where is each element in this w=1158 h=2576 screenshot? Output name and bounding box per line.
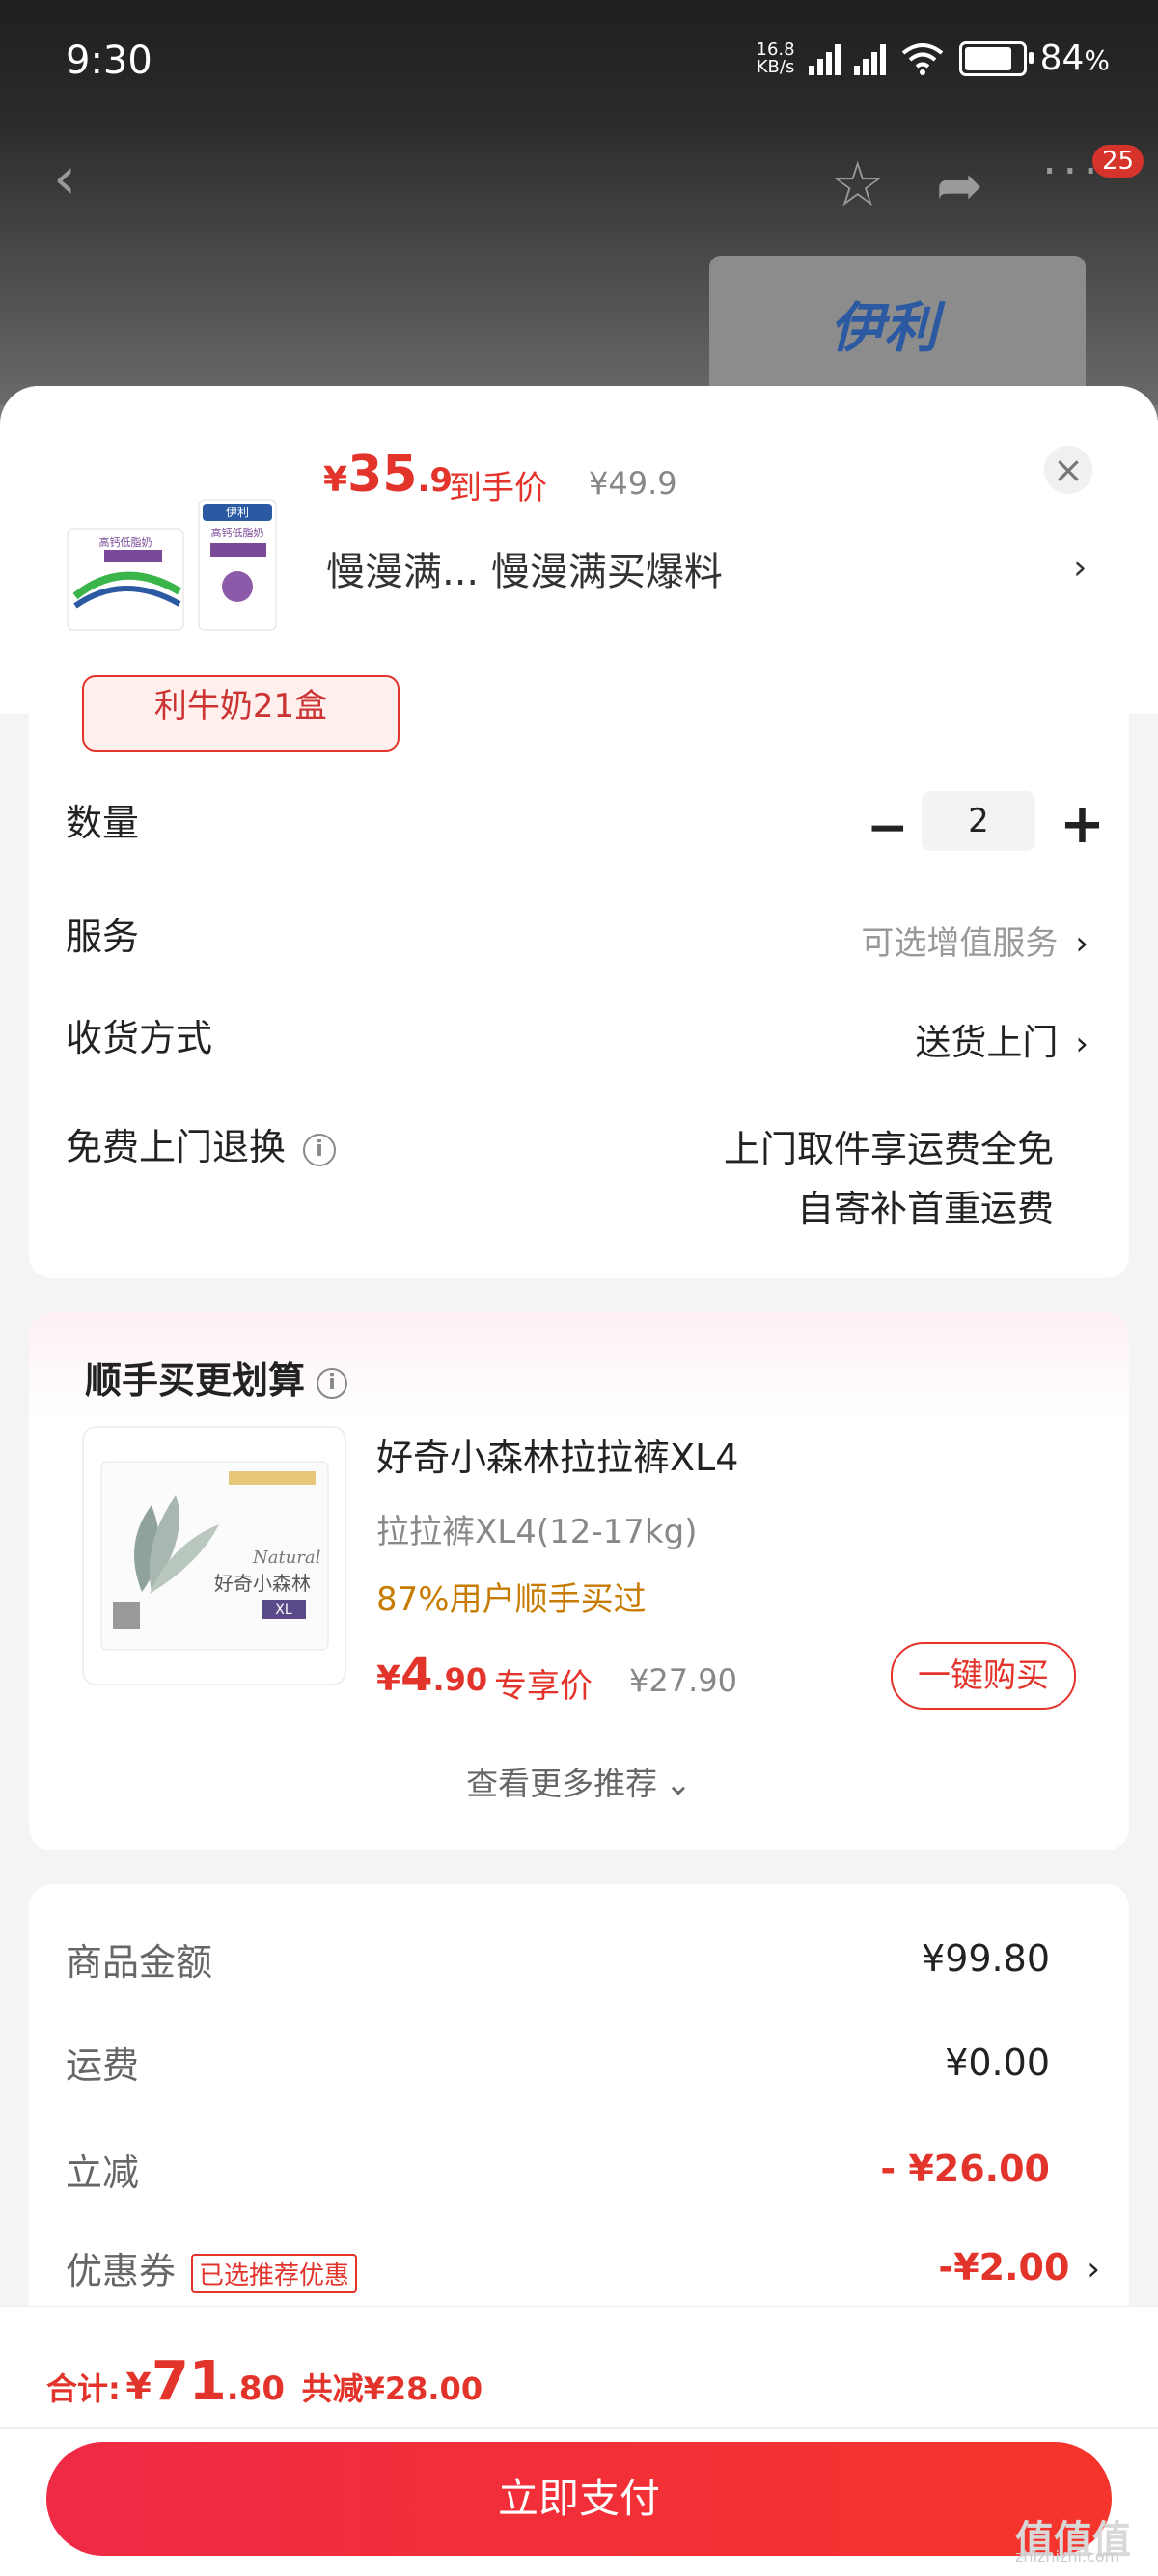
total-saved: 共减¥28.00	[301, 2370, 483, 2407]
coupon-tag: 已选推荐优惠	[191, 2254, 358, 2293]
pay-now-button[interactable]: 立即支付	[46, 2442, 1112, 2556]
net-speed: 16.8 KB/s	[756, 39, 795, 77]
quantity-increase-button[interactable]: +	[1060, 793, 1105, 856]
free-return-row: 免费上门退换 i	[66, 1117, 337, 1170]
close-button[interactable]: ×	[1044, 446, 1092, 494]
product-thumbnail: 伊利 高钙低脂奶 高钙低脂奶	[67, 499, 277, 631]
recommend-price: ¥4.90	[376, 1648, 488, 1702]
message-badge: 25	[1092, 145, 1144, 178]
discount-value: - ¥26.00	[880, 2148, 1050, 2190]
purchase-sheet: 伊利 高钙低脂奶 高钙低脂奶 ¥35.9 到手价 ¥49.9 × 慢漫满... …	[0, 386, 1158, 2576]
total-amount: 合计: ¥71.80 共减¥28.00	[46, 2350, 483, 2413]
recommend-original-price: ¥27.90	[629, 1662, 737, 1699]
status-time: 9:30	[66, 39, 152, 83]
see-more-recommendations[interactable]: 查看更多推荐 ⌄	[29, 1758, 1129, 1804]
chevron-down-icon: ⌄	[665, 1765, 692, 1802]
final-price: ¥35.9	[323, 446, 454, 504]
svg-text:伊利: 伊利	[226, 506, 249, 519]
info-icon[interactable]: i	[317, 1367, 348, 1399]
recommend-panel: 顺手买更划算 i Natural 好奇小森林 XL 好奇小森林拉拉裤XL4 拉拉裤…	[29, 1312, 1129, 1850]
shipping-label: 运费	[66, 2044, 140, 2087]
coupon-value: -¥2.00	[938, 2246, 1070, 2288]
signal-icon-2	[853, 42, 886, 75]
coupon-row[interactable]: 优惠券 已选推荐优惠	[66, 2241, 358, 2294]
divider	[0, 2427, 1158, 2429]
recommend-product-spec: 拉拉裤XL4(12-17kg)	[376, 1513, 698, 1551]
recommend-title: 顺手买更划算 i	[85, 1351, 348, 1404]
svg-text:好奇小森林: 好奇小森林	[214, 1572, 311, 1595]
chevron-right-icon: ›	[1087, 2250, 1100, 2288]
return-info-line1: 上门取件享运费全免	[723, 1128, 1054, 1170]
brand-logo: 伊利	[830, 297, 938, 360]
info-icon[interactable]: i	[303, 1133, 337, 1166]
chevron-right-icon: ›	[1075, 924, 1089, 963]
battery-level: 84%	[1039, 39, 1110, 78]
goods-amount-value: ¥99.80	[922, 1937, 1050, 1980]
svg-text:高钙低脂奶: 高钙低脂奶	[99, 535, 152, 549]
quantity-input[interactable]: 2	[922, 791, 1035, 851]
delivery-selector[interactable]: 送货上门 ›	[915, 1013, 1089, 1065]
battery-fill	[964, 46, 1012, 70]
goods-amount-label: 商品金额	[66, 1941, 213, 1984]
recommend-product-image[interactable]: Natural 好奇小森林 XL	[82, 1426, 346, 1685]
recommend-product-name[interactable]: 好奇小森林拉拉裤XL4	[376, 1428, 738, 1481]
battery-icon	[958, 41, 1034, 76]
delivery-label: 收货方式	[66, 1017, 213, 1059]
svg-text:XL: XL	[275, 1603, 292, 1618]
quantity-decrease-button[interactable]: −	[867, 799, 909, 857]
one-click-buy-button[interactable]: 一键购买	[891, 1642, 1076, 1710]
chevron-right-icon[interactable]: ›	[1073, 548, 1087, 588]
star-icon[interactable]: ☆	[830, 150, 885, 221]
original-price: ¥49.9	[589, 465, 677, 502]
service-label: 服务	[66, 916, 140, 958]
spec-chip-selected[interactable]: 利牛奶21盒	[82, 675, 400, 752]
sheet-header: 伊利 高钙低脂奶 高钙低脂奶 ¥35.9 到手价 ¥49.9 × 慢漫满... …	[0, 386, 1158, 714]
signal-icon	[808, 42, 841, 75]
status-icons: 16.8 KB/s 84%	[757, 39, 1111, 78]
product-title[interactable]: 慢漫满... 慢漫满买爆料	[326, 540, 723, 596]
recommend-price-label: 专享价	[494, 1667, 593, 1706]
recommend-buyers-percent: 87%用户顺手买过	[376, 1580, 647, 1619]
back-icon[interactable]: ‹	[53, 145, 76, 212]
coupon-selector[interactable]: -¥2.00 ›	[938, 2246, 1100, 2288]
shipping-value: ¥0.00	[945, 2042, 1050, 2084]
quantity-label: 数量	[66, 802, 140, 844]
service-selector[interactable]: 可选增值服务 ›	[861, 917, 1089, 964]
svg-text:高钙低脂奶: 高钙低脂奶	[211, 526, 264, 539]
chevron-right-icon: ›	[1075, 1025, 1089, 1063]
status-bar: 9:30 16.8 KB/s 84%	[0, 0, 1158, 135]
final-price-label: 到手价	[449, 469, 547, 507]
discount-label: 立减	[66, 2151, 140, 2194]
svg-text:Natural: Natural	[252, 1548, 321, 1568]
price-summary-panel: 商品金额 ¥99.80 运费 ¥0.00 立减 - ¥26.00 优惠券 已选推荐…	[29, 1884, 1129, 2367]
return-info-line2: 自寄补首重运费	[796, 1188, 1054, 1230]
options-panel: 利牛奶21盒 数量 − 2 + 服务 可选增值服务 › 收货方式 送货上门 › 免费…	[29, 675, 1129, 1278]
watermark-url: zhizhizhi.com	[1015, 2547, 1120, 2565]
share-icon[interactable]: ➦	[936, 152, 983, 218]
wifi-icon	[901, 42, 943, 75]
checkout-bar: 合计: ¥71.80 共减¥28.00 立即支付	[0, 2306, 1158, 2576]
